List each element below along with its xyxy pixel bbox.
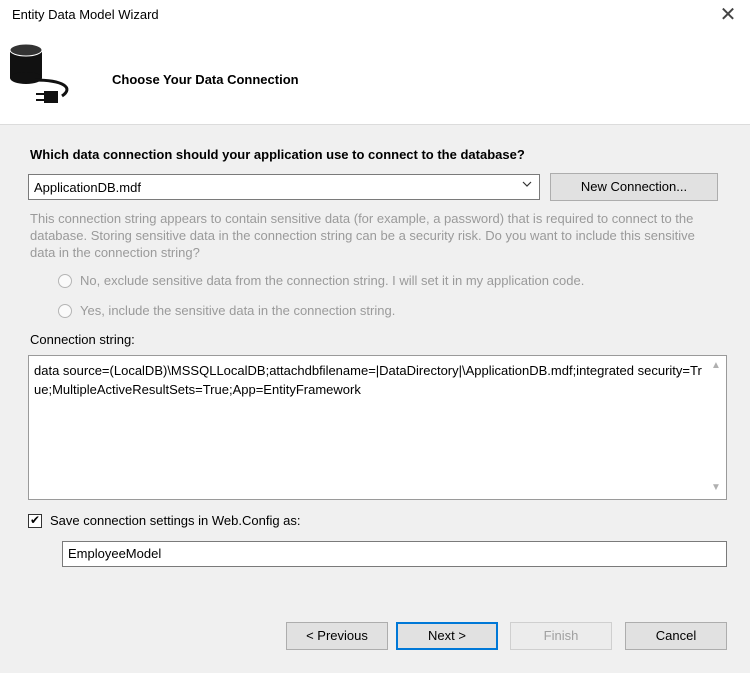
radio-label: Yes, include the sensitive data in the c… bbox=[80, 303, 396, 318]
connection-string-text: data source=(LocalDB)\MSSQLLocalDB;attac… bbox=[34, 363, 702, 397]
scrollbar[interactable]: ▲ ▼ bbox=[707, 357, 725, 498]
scroll-up-icon[interactable]: ▲ bbox=[707, 360, 725, 374]
previous-button[interactable]: < Previous bbox=[286, 622, 388, 650]
page-title: Choose Your Data Connection bbox=[112, 72, 299, 87]
radio-label: No, exclude sensitive data from the conn… bbox=[80, 273, 585, 288]
radio-button[interactable] bbox=[58, 304, 72, 318]
connection-string-field[interactable]: data source=(LocalDB)\MSSQLLocalDB;attac… bbox=[28, 355, 727, 500]
chevron-down-icon bbox=[521, 178, 533, 190]
cancel-button[interactable]: Cancel bbox=[625, 622, 727, 650]
finish-button[interactable]: Finish bbox=[510, 622, 612, 650]
close-icon[interactable]: ✕ bbox=[716, 3, 740, 27]
wizard-header: Choose Your Data Connection bbox=[0, 34, 750, 125]
title-bar: Entity Data Model Wizard ✕ bbox=[0, 0, 750, 34]
new-connection-button[interactable]: New Connection... bbox=[550, 173, 718, 201]
window-title: Entity Data Model Wizard bbox=[12, 7, 159, 22]
database-plug-icon bbox=[4, 40, 84, 123]
connection-question: Which data connection should your applic… bbox=[30, 147, 525, 162]
scroll-down-icon[interactable]: ▼ bbox=[707, 482, 725, 496]
connection-select[interactable]: ApplicationDB.mdf bbox=[28, 174, 540, 200]
checkmark-icon: ✔ bbox=[30, 513, 41, 527]
connection-string-label: Connection string: bbox=[30, 332, 135, 347]
next-button[interactable]: Next > bbox=[396, 622, 498, 650]
model-name-input[interactable]: EmployeeModel bbox=[62, 541, 727, 567]
sensitive-data-warning: This connection string appears to contai… bbox=[30, 211, 695, 260]
save-settings-checkbox[interactable]: ✔ bbox=[28, 513, 42, 528]
save-settings-label: Save connection settings in Web.Config a… bbox=[50, 513, 301, 528]
radio-button[interactable] bbox=[58, 274, 72, 288]
connection-select-value: ApplicationDB.mdf bbox=[34, 180, 141, 195]
